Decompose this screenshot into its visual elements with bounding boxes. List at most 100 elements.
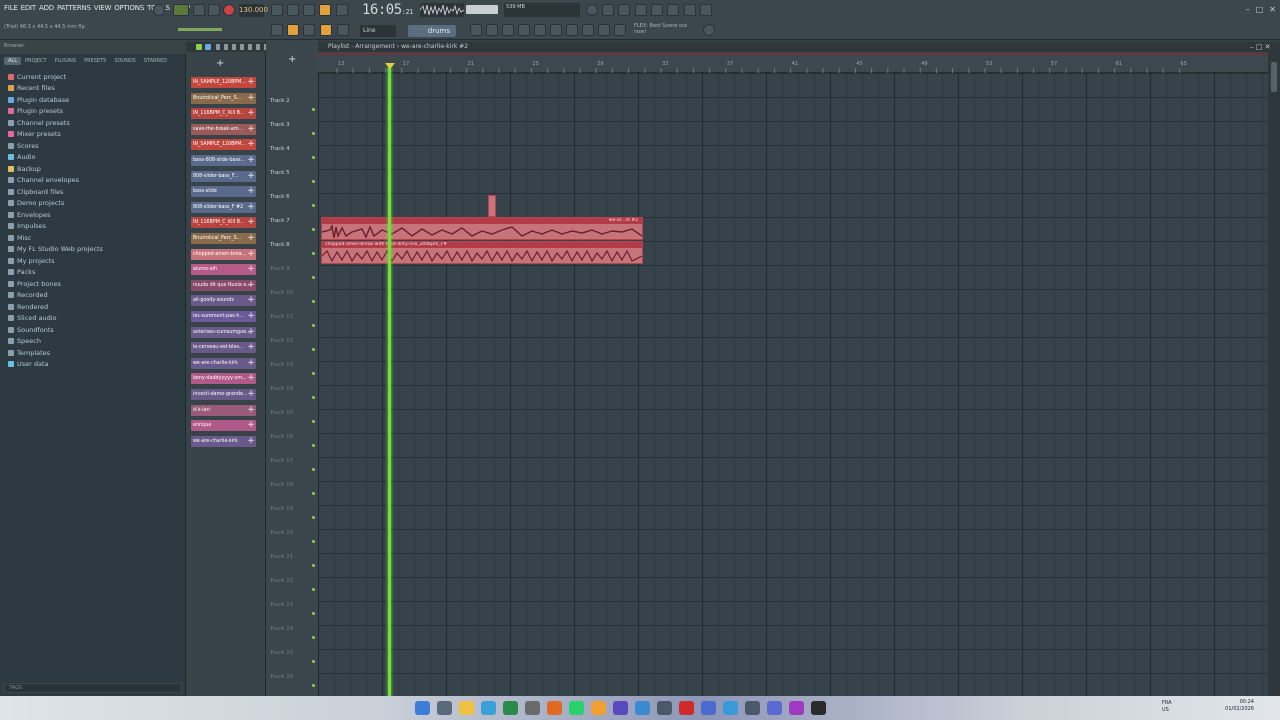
browser-tab-sounds[interactable]: SOUNDS (110, 57, 140, 65)
minimize-icon[interactable]: – (1246, 5, 1250, 14)
track-label[interactable]: Track 10 (270, 290, 293, 296)
more-icon[interactable] (614, 24, 626, 36)
clock-tray[interactable]: 00:24 01/02/2026 (1225, 699, 1254, 713)
browser-item[interactable]: User data (8, 359, 103, 371)
track-mute-icon[interactable] (312, 564, 315, 567)
menu-view[interactable]: VIEW (94, 4, 112, 12)
edge-icon[interactable] (481, 701, 496, 715)
plugin-picker-icon[interactable] (566, 24, 578, 36)
track-label[interactable]: Track 17 (270, 458, 293, 464)
track-label[interactable]: Track 2 (270, 98, 290, 104)
playlist-grid[interactable] (318, 73, 1268, 696)
browser-item[interactable]: Speech (8, 336, 103, 348)
track-mute-icon[interactable] (312, 132, 315, 135)
track-label[interactable]: Track 21 (270, 554, 293, 560)
fl-logo-icon[interactable] (703, 24, 715, 36)
add-channel-icon[interactable]: + (216, 58, 224, 69)
track-label[interactable]: Track 25 (270, 650, 293, 656)
track-mute-icon[interactable] (312, 276, 315, 279)
track-mute-icon[interactable] (312, 204, 315, 207)
menu-edit[interactable]: EDIT (21, 4, 37, 12)
channel-add-icon[interactable]: + (247, 327, 255, 338)
scrollbar-thumb[interactable] (1271, 62, 1277, 92)
track-mute-icon[interactable] (312, 516, 315, 519)
mixer-view-icon[interactable] (518, 24, 530, 36)
playlist-play-icon[interactable] (196, 44, 202, 50)
channel-add-icon[interactable]: + (247, 217, 255, 228)
channel-add-icon[interactable]: + (247, 249, 255, 260)
track-mute-icon[interactable] (312, 108, 315, 111)
channel-add-icon[interactable]: + (247, 155, 255, 166)
microphone-icon[interactable] (618, 4, 630, 16)
metronome-icon[interactable] (271, 4, 283, 16)
track-mute-icon[interactable] (312, 468, 315, 471)
telegram-icon[interactable] (635, 701, 650, 715)
discord-icon[interactable] (767, 701, 782, 715)
channel-add-icon[interactable]: + (247, 436, 255, 447)
track-mute-icon[interactable] (312, 300, 315, 303)
playlist-snap-icon[interactable] (205, 44, 211, 50)
countdown-icon[interactable] (303, 4, 315, 16)
channel-add-icon[interactable]: + (247, 108, 255, 119)
browser-tab-all[interactable]: ALL (4, 57, 21, 65)
browser-item[interactable]: My FL Studio Web projects (8, 244, 103, 256)
play-button[interactable] (193, 4, 205, 16)
browser-item[interactable]: Recent files (8, 83, 103, 95)
pat-song-toggle-icon[interactable] (153, 4, 165, 16)
master-volume-slider[interactable] (466, 5, 498, 14)
snap-select[interactable]: Line (360, 25, 396, 37)
channel-add-icon[interactable]: + (247, 186, 255, 197)
loop-record-icon[interactable] (336, 4, 348, 16)
step-seq-icon[interactable] (486, 24, 498, 36)
download-icon[interactable] (700, 4, 712, 16)
track-mute-icon[interactable] (312, 612, 315, 615)
browser-tab-plugins[interactable]: PLUGINS (51, 57, 80, 65)
channel-rack-icon[interactable] (534, 24, 546, 36)
tempo-display[interactable]: 130.000 (239, 4, 268, 17)
channel-add-icon[interactable]: + (247, 280, 255, 291)
app-icon[interactable] (613, 701, 628, 715)
stamp-icon[interactable] (337, 24, 349, 36)
playhead[interactable] (388, 66, 391, 696)
search-icon[interactable] (437, 701, 452, 715)
browser-icon[interactable] (550, 24, 562, 36)
track-mute-icon[interactable] (312, 684, 315, 687)
channel-add-icon[interactable]: + (247, 405, 255, 416)
wait-input-icon[interactable] (287, 4, 299, 16)
info-icon[interactable] (684, 4, 696, 16)
close-icon[interactable]: ✕ (1269, 5, 1276, 14)
tool-icon[interactable] (525, 701, 540, 715)
browser-item[interactable]: Channel presets (8, 117, 103, 129)
help-icon[interactable] (635, 4, 647, 16)
audio-clip-we-are-charlie-kirk[interactable]: we-ar...rk #2 (321, 217, 643, 240)
record-button[interactable] (223, 4, 235, 16)
browser-item[interactable]: Soundfonts (8, 324, 103, 336)
track-label[interactable]: Track 5 (270, 170, 290, 176)
browser-item[interactable]: Backup (8, 163, 103, 175)
playhead-marker-icon[interactable] (385, 63, 395, 69)
master-pitch-slider[interactable] (178, 28, 222, 31)
track-mute-icon[interactable] (312, 156, 315, 159)
channel-add-icon[interactable]: + (247, 233, 255, 244)
pattern-select[interactable]: drums (408, 25, 456, 37)
track-label[interactable]: Track 6 (270, 194, 290, 200)
arrow-tool-icon[interactable] (287, 24, 299, 36)
wrench-icon[interactable] (598, 24, 610, 36)
track-label[interactable]: Track 20 (270, 530, 293, 536)
touch-keyboard-icon[interactable] (582, 24, 594, 36)
track-mute-icon[interactable] (312, 252, 315, 255)
channel-add-icon[interactable]: + (247, 93, 255, 104)
track-label[interactable]: Track 13 (270, 362, 293, 368)
browser-item[interactable]: Packs (8, 267, 103, 279)
app-icon[interactable] (723, 701, 738, 715)
save-icon[interactable] (651, 4, 663, 16)
browser-item[interactable]: Sliced audio (8, 313, 103, 325)
channel-add-icon[interactable]: + (247, 358, 255, 369)
firefox-icon[interactable] (547, 701, 562, 715)
track-mute-icon[interactable] (312, 588, 315, 591)
track-label[interactable]: Track 4 (270, 146, 290, 152)
track-mute-icon[interactable] (312, 636, 315, 639)
browser-item[interactable]: My projects (8, 255, 103, 267)
pattern-mode-button[interactable] (173, 4, 189, 16)
brush-tool-icon[interactable] (303, 24, 315, 36)
